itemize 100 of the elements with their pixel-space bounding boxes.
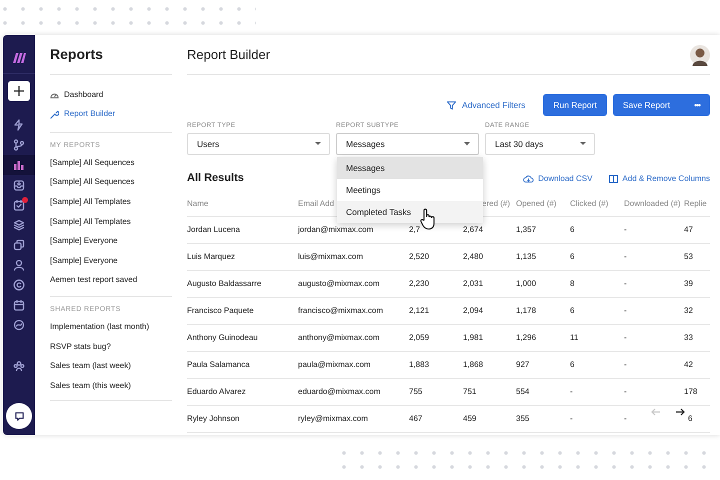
table-cell-text: 459 bbox=[463, 413, 478, 425]
inbox-icon bbox=[13, 179, 25, 191]
table-cell-text: Anthony Guinodeau bbox=[187, 332, 259, 344]
report-link[interactable]: Implementation (last month) bbox=[50, 317, 172, 337]
table-cell-text: ryley@mixmax.com bbox=[298, 413, 369, 425]
table-cell-text: 2,674 bbox=[463, 224, 484, 236]
column-header: Name bbox=[187, 198, 210, 210]
table-cell-text: 2,230 bbox=[409, 278, 430, 290]
dropdown-option[interactable]: Messages bbox=[337, 157, 483, 179]
avatar[interactable] bbox=[690, 44, 710, 66]
toolbar-link[interactable]: Download CSV bbox=[523, 172, 592, 184]
report-link[interactable]: [Sample] All Sequences bbox=[50, 153, 172, 173]
table-cell-text: 6 bbox=[570, 305, 576, 317]
select-field[interactable]: Users bbox=[187, 133, 330, 155]
select-field[interactable]: Last 30 days bbox=[485, 133, 595, 155]
table-cell-text: 6 bbox=[687, 413, 694, 425]
table-cell-text: Luis Marquez bbox=[187, 251, 236, 263]
table-cell-text: anthony@mixmax.com bbox=[298, 332, 380, 344]
table-cell-text: 1,296 bbox=[516, 332, 538, 344]
report-link[interactable]: [Sample] Everyone bbox=[50, 250, 172, 271]
table-cell-text: 39 bbox=[684, 278, 694, 290]
table-cell-text: paula@mixmax.com bbox=[298, 359, 372, 371]
report-link[interactable]: [Sample] All Sequences bbox=[50, 172, 172, 192]
table-cell-text: 11 bbox=[570, 332, 580, 344]
table-cell-text: 6 bbox=[570, 359, 576, 371]
table-cell-text: - bbox=[624, 278, 628, 290]
gauge-icon bbox=[50, 90, 59, 99]
calendar-check-icon bbox=[13, 199, 25, 211]
column-header: Downloaded (#) bbox=[624, 198, 682, 210]
select-field[interactable]: Messages bbox=[336, 133, 479, 155]
table-cell-text: 2,031 bbox=[463, 278, 484, 290]
dropdown-option[interactable]: Meetings bbox=[337, 179, 483, 201]
table-cell-text: - bbox=[624, 251, 628, 263]
column-header: Replie bbox=[684, 198, 708, 210]
column-header: Email Add bbox=[298, 198, 336, 210]
copyright-icon bbox=[13, 279, 25, 291]
table-cell-text: 47 bbox=[684, 224, 694, 236]
plus-icon bbox=[14, 86, 24, 96]
column-header: Clicked (#) bbox=[570, 198, 610, 210]
bar-chart-icon bbox=[13, 159, 25, 171]
table-cell-text: - bbox=[624, 332, 628, 344]
table-cell-text: Paula Salamanca bbox=[187, 359, 251, 371]
table-cell-text: 355 bbox=[516, 413, 530, 425]
table-cell-text: - bbox=[624, 359, 628, 371]
filter-icon bbox=[447, 100, 456, 110]
table-cell-text: 1,868 bbox=[463, 359, 484, 371]
table-cell-text: 2,480 bbox=[463, 251, 484, 263]
chat-icon bbox=[14, 410, 24, 422]
nav-link[interactable]: Report Builder bbox=[50, 104, 172, 124]
arrow-left-icon bbox=[651, 407, 661, 417]
logo-icon[interactable] bbox=[12, 53, 26, 63]
table-cell-text: 1,135 bbox=[516, 251, 538, 263]
caret-icon bbox=[580, 142, 586, 146]
report-link[interactable]: [Sample] Everyone bbox=[50, 231, 172, 251]
report-link[interactable]: [Sample] All Templates bbox=[50, 212, 172, 232]
team-icon bbox=[13, 360, 25, 372]
chat-button[interactable] bbox=[6, 403, 32, 429]
advanced-filters-button[interactable]: Advanced Filters bbox=[447, 98, 526, 112]
layers-icon bbox=[13, 219, 25, 231]
caret-icon bbox=[315, 142, 321, 146]
table-cell-text: 2,094 bbox=[463, 305, 484, 317]
table-cell-text: 2,121 bbox=[409, 305, 430, 317]
dropdown-option[interactable]: Completed Tasks bbox=[337, 201, 483, 223]
table-cell-text: - bbox=[570, 386, 574, 398]
table-cell-text: 6 bbox=[570, 224, 576, 236]
table-cell-text: 53 bbox=[684, 251, 694, 263]
table-cell-text: 1,981 bbox=[463, 332, 484, 344]
table-cell-text: 32 bbox=[684, 305, 694, 317]
table-cell-text: 467 bbox=[409, 413, 424, 425]
table-cell-text: - bbox=[624, 305, 628, 317]
page-title: Report Builder bbox=[187, 46, 270, 64]
columns-icon bbox=[609, 174, 618, 182]
run-report-button[interactable]: Run Report bbox=[543, 94, 607, 116]
more-button[interactable]: ••• bbox=[694, 98, 700, 112]
copy-icon bbox=[13, 239, 25, 251]
save-report-button[interactable]: Save Report ••• bbox=[612, 94, 710, 116]
table-cell-text: - bbox=[624, 413, 628, 425]
report-link[interactable]: Sales team (this week) bbox=[50, 376, 172, 396]
table-cell-text: 178 bbox=[684, 386, 698, 398]
table-cell-text: 6 bbox=[570, 251, 576, 263]
table-cell-text: francisco@mixmax.com bbox=[298, 305, 384, 317]
report-link[interactable]: [Sample] All Templates bbox=[50, 192, 172, 212]
report-link[interactable]: Sales team (last week) bbox=[50, 356, 172, 376]
arrow-right-icon bbox=[675, 407, 685, 417]
toolbar-link[interactable]: Add & Remove Columns bbox=[609, 172, 710, 184]
hand-cursor-icon bbox=[420, 208, 436, 230]
table-cell-text: Jordan Lucena bbox=[187, 224, 241, 236]
report-link[interactable]: Aemen test report saved bbox=[50, 270, 172, 290]
caret-icon bbox=[464, 142, 470, 146]
table-cell-text: 751 bbox=[463, 386, 478, 398]
new-button[interactable] bbox=[8, 80, 30, 100]
swirl-icon bbox=[13, 319, 25, 331]
nav-link[interactable]: Dashboard bbox=[50, 85, 172, 104]
table-cell-text: 8 bbox=[570, 278, 576, 290]
table-cell-text: 42 bbox=[684, 359, 694, 371]
table-cell-text: - bbox=[624, 224, 628, 236]
table-cell-text: 927 bbox=[516, 359, 530, 371]
table-cell-text: 554 bbox=[516, 386, 530, 398]
table-cell-text: 2,7 bbox=[409, 224, 422, 236]
report-link[interactable]: RSVP stats bug? bbox=[50, 336, 172, 356]
